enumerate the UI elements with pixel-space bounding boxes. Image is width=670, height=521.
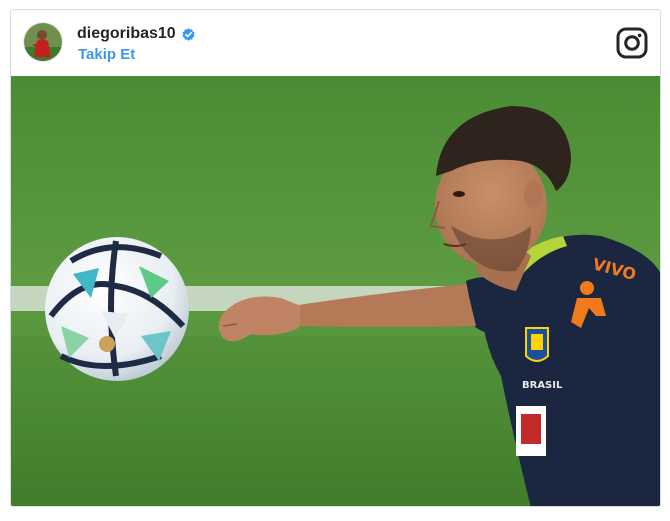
- soccer-ball: [45, 237, 189, 381]
- instagram-embed-card: diegoribas10 Takip Et VIVO BRASIL: [10, 9, 661, 507]
- username-text: diegoribas10: [77, 25, 176, 42]
- instagram-glyph-icon[interactable]: [616, 27, 648, 59]
- post-photo[interactable]: VIVO BRASIL: [11, 76, 660, 506]
- post-header: diegoribas10 Takip Et: [11, 10, 660, 76]
- verified-badge-icon: [182, 27, 195, 41]
- cbf-badge-icon: [525, 327, 549, 362]
- avatar[interactable]: [24, 23, 62, 61]
- follow-button[interactable]: Takip Et: [78, 46, 135, 63]
- jersey-badge-text: BRASIL: [522, 380, 563, 391]
- username-link[interactable]: diegoribas10: [77, 25, 195, 43]
